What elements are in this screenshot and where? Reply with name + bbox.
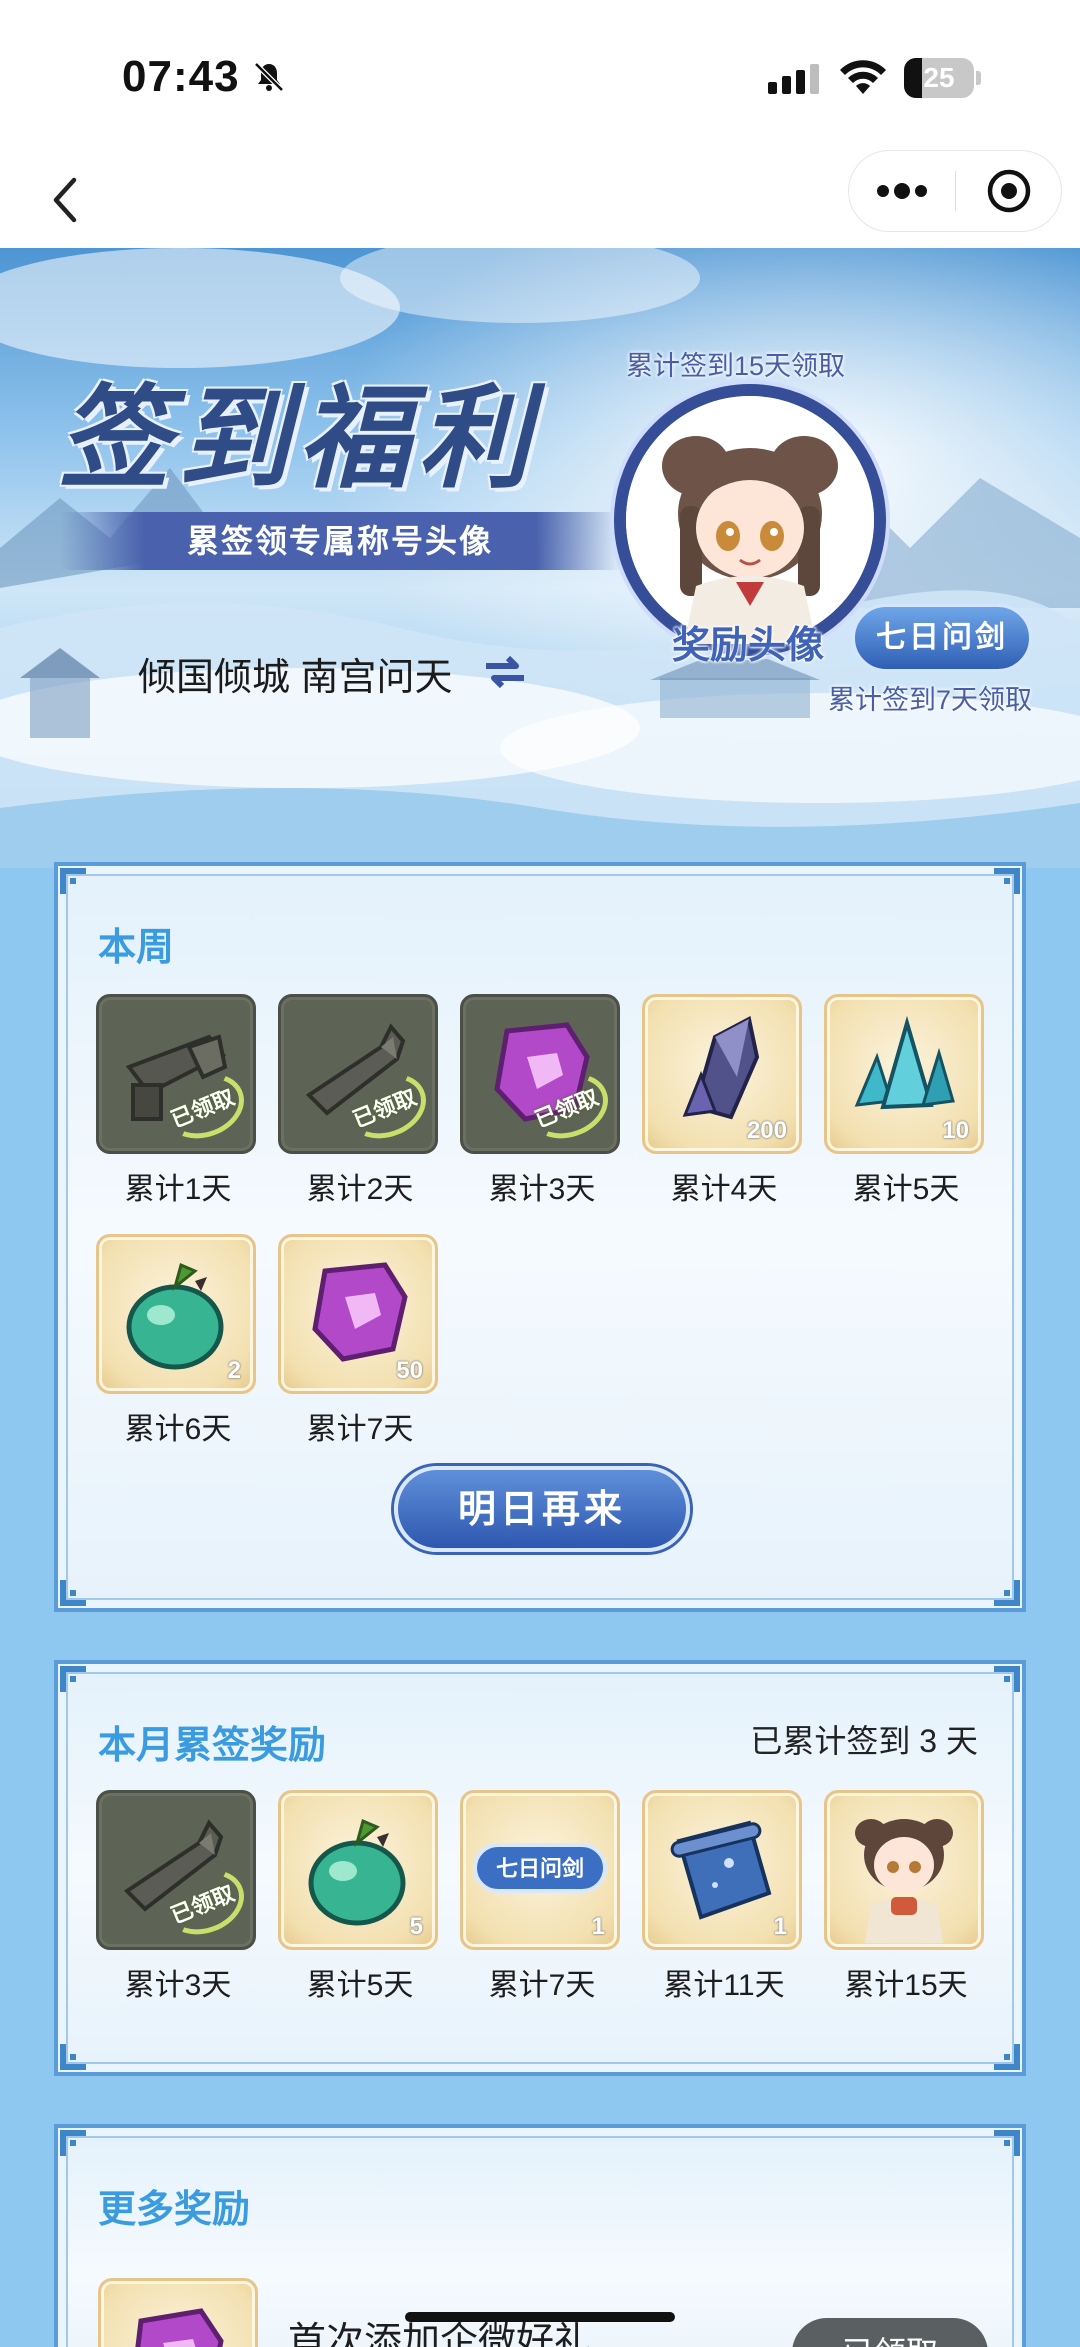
weekly-checkin-panel: 本周 已领取 累计1天 已领取 累计2天 已领取 累计3天 200 累计4天 10 累计5天 2 累计… [54, 862, 1026, 1612]
reward-item[interactable]: 已领取累计2天 [278, 994, 442, 1208]
reward-item[interactable]: 累计15天 [824, 1790, 988, 2004]
reward-quantity: 10 [942, 1117, 969, 1144]
swap-arrows-icon[interactable] [482, 652, 528, 692]
reward-quantity: 1 [773, 1913, 787, 1940]
title-badge[interactable]: 七日问剑 [852, 604, 1032, 672]
reward-tile[interactable] [824, 1790, 984, 1950]
battery-indicator: 25 [904, 58, 981, 98]
reward-quantity: 5 [409, 1913, 423, 1940]
badge-caption: 累计签到7天领取 [828, 685, 1033, 715]
reward-day-label: 累计1天 [124, 1173, 232, 1206]
reward-day-label: 累计7天 [488, 1969, 596, 2002]
battery-level: 25 [923, 62, 955, 93]
reward-day-label: 累计15天 [844, 1969, 968, 2002]
status-bar: 07:43 25 [0, 0, 1080, 150]
reward-tile[interactable]: 1 [642, 1790, 802, 1950]
reward-tile[interactable]: 已领取 [460, 994, 620, 1154]
close-miniprogram-button[interactable] [956, 151, 1062, 231]
reward-quantity: 1 [591, 1913, 605, 1940]
reward-tile[interactable]: 2 [96, 1234, 256, 1394]
avatar-portrait-icon [855, 1819, 953, 1943]
reward-day-label: 累计2天 [306, 1173, 414, 1206]
reward-tile[interactable]: 5 [278, 1790, 438, 1950]
purple-token-icon [135, 2308, 224, 2347]
reward-quantity: 50 [396, 1357, 423, 1384]
current-title-text[interactable]: 倾国倾城 南宫问天 [138, 646, 453, 701]
gift-reward-tile [98, 2278, 258, 2347]
reward-quantity: 200 [746, 1117, 787, 1144]
reward-tile[interactable]: 50 [278, 1234, 438, 1394]
reward-day-label: 累计7天 [306, 1413, 414, 1446]
reward-item[interactable]: 2 累计6天 [96, 1234, 260, 1448]
reward-day-label: 累计5天 [852, 1173, 960, 1206]
nav-bar [0, 150, 1080, 248]
svg-text:七日问剑: 七日问剑 [496, 1856, 584, 1882]
reward-day-label: 累计3天 [124, 1969, 232, 2002]
reward-tile[interactable]: 已领取 [278, 994, 438, 1154]
reward-quantity: 2 [227, 1357, 241, 1384]
avatar-caption-top: 累计签到15天领取 [626, 351, 846, 381]
hero-title: 签到福利 [58, 373, 538, 504]
reward-item[interactable]: 50 累计7天 [278, 1234, 442, 1448]
back-button[interactable] [30, 160, 100, 240]
reward-tile[interactable]: 七日问剑 1 [460, 1790, 620, 1950]
signed-days-count: 已累计签到 3 天 [750, 1723, 978, 1759]
reward-item[interactable]: 5 累计5天 [278, 1790, 442, 2004]
come-back-tomorrow-button[interactable]: 明日再来 [394, 1466, 690, 1552]
reward-item[interactable]: 已领取累计3天 [96, 1790, 260, 2004]
chibi-girl-avatar-icon [626, 396, 874, 644]
bell-muted-icon [254, 62, 284, 92]
hero-banner: 签到福利 累签领专属称号头像 倾国倾城 南宫问天 累计签到15天领取 奖励头像 … [0, 248, 1080, 868]
monthly-title: 本月累签奖励 [98, 1725, 327, 1767]
reward-item[interactable]: 10 累计5天 [824, 994, 988, 1208]
reward-day-label: 累计5天 [306, 1969, 414, 2002]
status-time: 07:43 [122, 52, 240, 101]
reward-item[interactable]: 已领取累计3天 [460, 994, 624, 1208]
mini-program-capsule [848, 150, 1062, 232]
reward-tile[interactable]: 200 [642, 994, 802, 1154]
weekly-title: 本周 [98, 927, 175, 969]
reward-item[interactable]: 已领取累计1天 [96, 994, 260, 1208]
more-button[interactable] [849, 151, 955, 231]
monthly-rewards-panel: 本月累签奖励 已累计签到 3 天 已领取累计3天 5 累计5天 七日问剑 1 累计7天 1 累… [54, 1660, 1026, 2076]
avatar-label: 奖励头像 [672, 625, 825, 667]
gift-claimed-button[interactable]: 已领取 [792, 2318, 988, 2347]
reward-item[interactable]: 1 累计11天 [642, 1790, 806, 2004]
reward-item[interactable]: 七日问剑 1 累计7天 [460, 1790, 624, 2004]
chevron-left-icon [53, 177, 77, 223]
reward-day-label: 累计11天 [663, 1969, 785, 2002]
wifi-icon [840, 60, 886, 94]
reward-tile[interactable]: 已领取 [96, 994, 256, 1154]
more-dots-icon [877, 183, 927, 199]
reward-day-label: 累计4天 [670, 1173, 778, 1206]
reward-item[interactable]: 200 累计4天 [642, 994, 806, 1208]
reward-tile[interactable]: 10 [824, 994, 984, 1154]
hero-subtitle: 累签领专属称号头像 [186, 523, 493, 559]
more-rewards-title: 更多奖励 [98, 2189, 251, 2231]
signal-icon [768, 64, 819, 94]
reward-day-label: 累计3天 [488, 1173, 596, 1206]
target-circle-icon [987, 169, 1031, 213]
reward-day-label: 累计6天 [124, 1413, 232, 1446]
reward-tile[interactable]: 已领取 [96, 1790, 256, 1950]
home-indicator [405, 2312, 675, 2322]
